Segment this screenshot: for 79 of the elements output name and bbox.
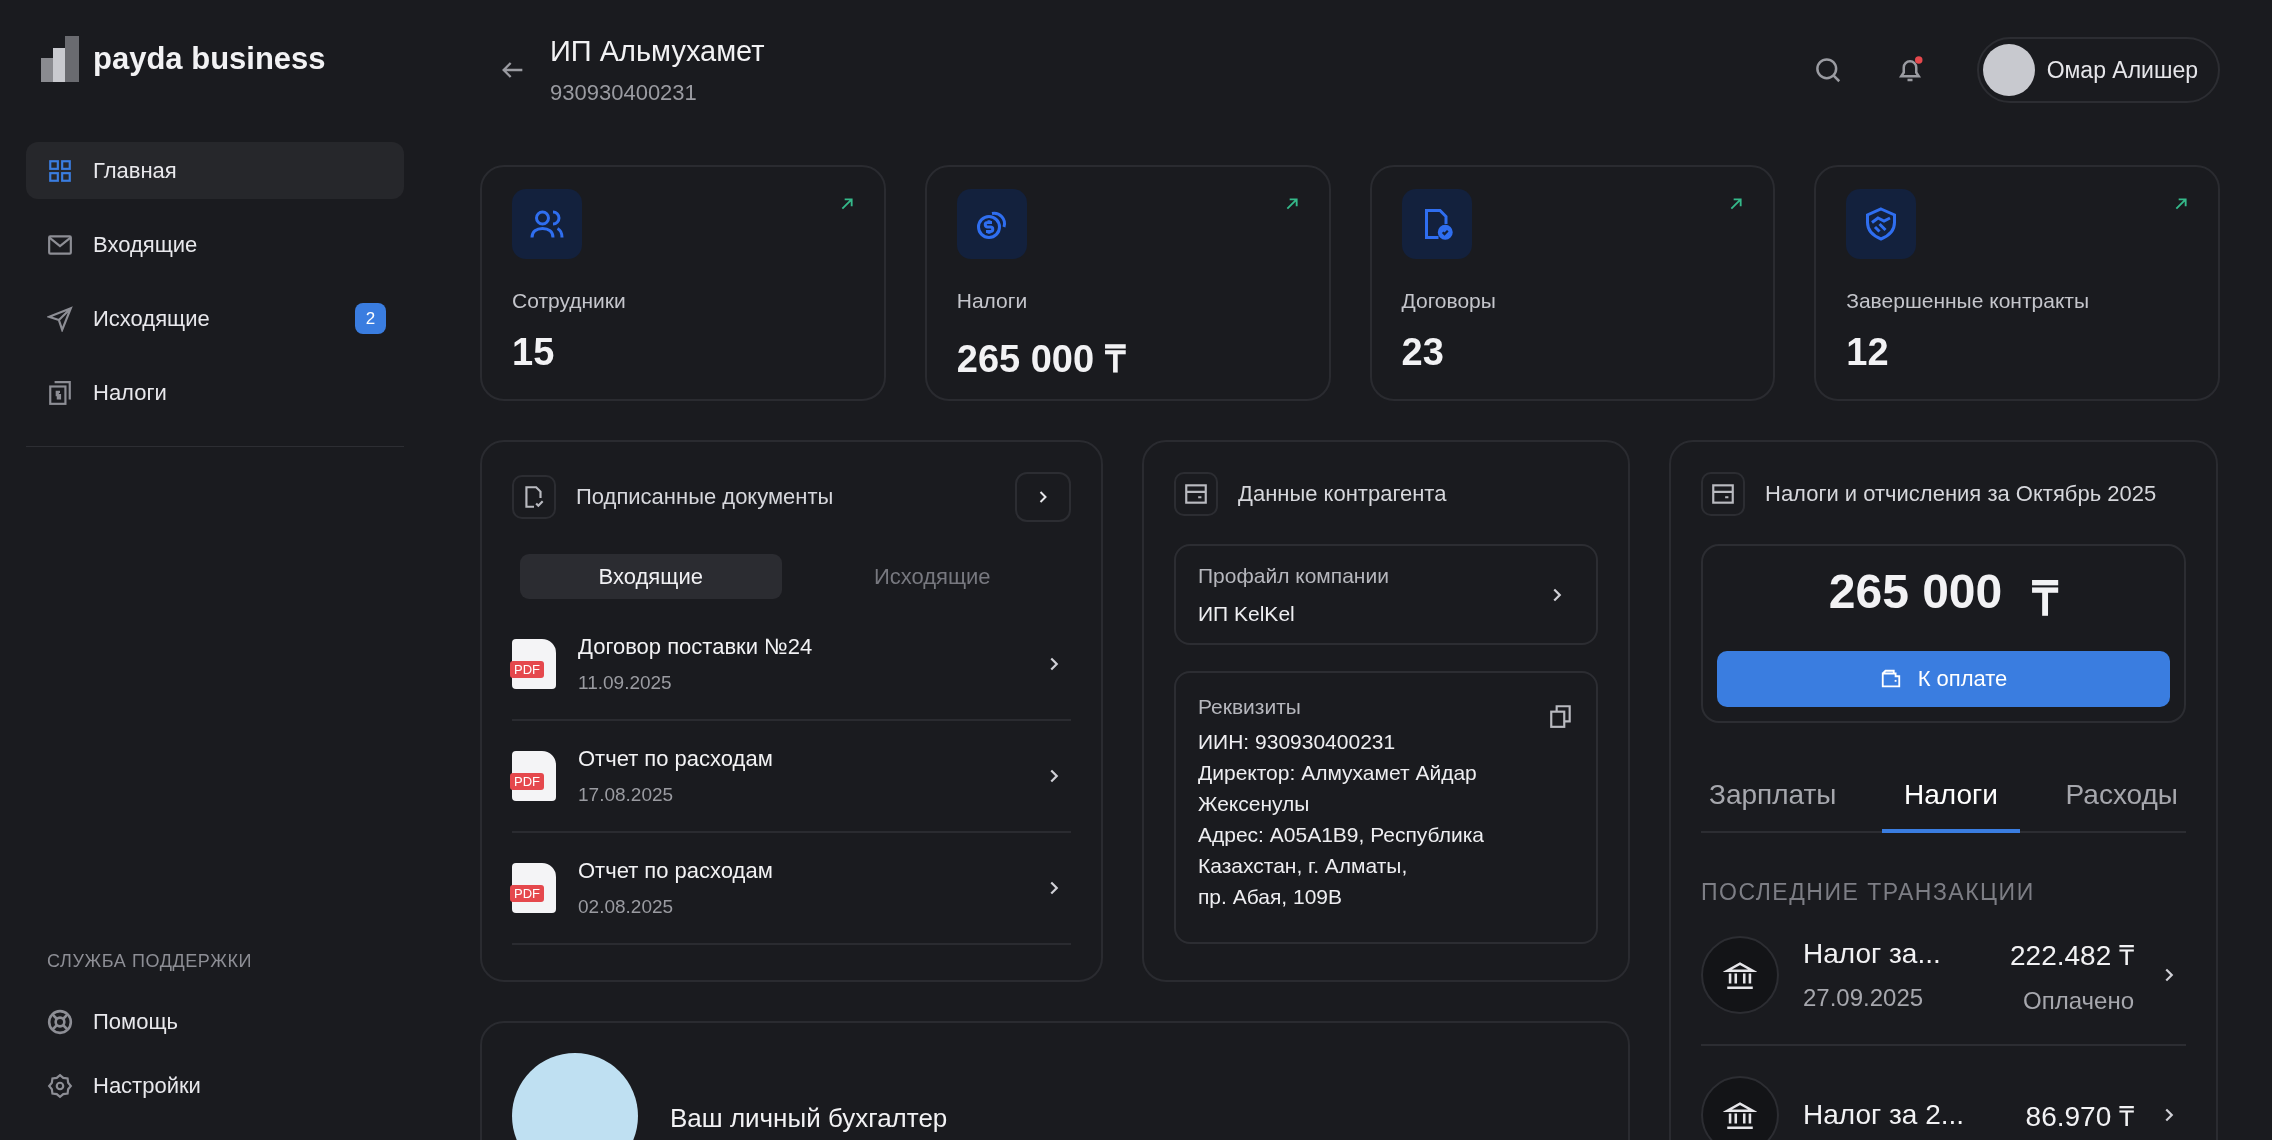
page-title: ИП Альмухамет bbox=[550, 34, 765, 68]
stat-card[interactable]: Сотрудники 15 bbox=[480, 165, 886, 401]
field-value: ИП KelKel bbox=[1198, 601, 1296, 626]
stat-label: Договоры bbox=[1401, 289, 1497, 313]
amount-value: 265 000 bbox=[1828, 564, 2003, 620]
document-row[interactable]: PDF Отчет по расходам 02.08.2025 bbox=[512, 833, 1071, 945]
stat-card[interactable]: Договоры 23 bbox=[1369, 165, 1776, 401]
transaction-row[interactable]: Налог за... 27.09.2025 222.482 ₸ Оплачено bbox=[1701, 906, 2186, 1046]
trend-arrow-icon bbox=[1284, 197, 1299, 211]
transaction-title: Налог за 2... bbox=[1803, 1099, 1965, 1131]
card-title: Налоги и отчисления за Октябрь 2025 bbox=[1765, 481, 2157, 507]
transaction-status: Оплачено bbox=[2023, 987, 2134, 1015]
trend-arrow-icon bbox=[2174, 197, 2188, 211]
avatar-placeholder bbox=[1982, 44, 2035, 96]
card-title: Подписанные документы bbox=[576, 484, 834, 510]
lifebuoy-icon bbox=[47, 1008, 73, 1035]
pdf-file-icon: PDF bbox=[512, 751, 556, 801]
segment-tab[interactable]: Входящие bbox=[520, 554, 782, 599]
tab[interactable]: Расходы bbox=[2057, 767, 2186, 833]
nav-item[interactable]: Налоги bbox=[26, 364, 404, 421]
stat-card[interactable]: Завершенные контракты 12 bbox=[1814, 165, 2220, 401]
section-title: СЛУЖБА ПОДДЕРЖКИ bbox=[46, 951, 254, 972]
transaction-row[interactable]: Налог за 2... 86.970 ₸ bbox=[1701, 1046, 2186, 1140]
card-title: Данные контрагента bbox=[1238, 481, 1447, 507]
user-chip[interactable]: Омар Алишер bbox=[1976, 37, 2220, 103]
pdf-file-icon: PDF bbox=[512, 863, 556, 913]
requisite-line: ИИН: 930930400231 bbox=[1198, 729, 1397, 755]
transaction-title: Налог за... bbox=[1803, 938, 1942, 970]
document-title: Отчет по расходам bbox=[578, 746, 774, 772]
count-badge: 2 bbox=[355, 303, 386, 334]
nav-item[interactable]: Настройки bbox=[26, 1057, 404, 1114]
wallet-icon bbox=[1879, 668, 1902, 690]
section-title: ПОСЛЕДНИЕ ТРАНЗАКЦИИ bbox=[1701, 879, 2036, 906]
nav-item[interactable]: Входящие bbox=[26, 216, 404, 273]
nav-item[interactable]: Помощь bbox=[26, 993, 404, 1050]
tab[interactable]: Зарплаты bbox=[1701, 767, 1845, 833]
transaction-amount: 222.482 ₸ bbox=[2010, 939, 2134, 973]
segment-tab[interactable]: Исходящие bbox=[801, 554, 1063, 599]
currency-sign: ₸ bbox=[2032, 571, 2059, 627]
document-row[interactable]: PDF Договор поставки №24 11.09.2025 bbox=[512, 609, 1071, 721]
field-label: Реквизиты bbox=[1198, 694, 1302, 720]
stat-value: 12 bbox=[1846, 331, 1890, 374]
card-title: Ваш личный бухгалтер bbox=[670, 1103, 948, 1134]
transaction-amount: 86.970 ₸ bbox=[2025, 1100, 2134, 1134]
stat-value: 15 bbox=[512, 331, 556, 374]
pdf-file-icon: PDF bbox=[512, 639, 556, 689]
card-icon bbox=[1183, 481, 1209, 507]
card-icon bbox=[1710, 481, 1736, 507]
stat-value: 23 bbox=[1401, 331, 1445, 374]
document-date: 17.08.2025 bbox=[578, 784, 675, 806]
copy-icon[interactable] bbox=[1548, 703, 1574, 729]
send-icon bbox=[47, 305, 73, 332]
trend-arrow-icon bbox=[1729, 197, 1744, 211]
logo-text: payda business bbox=[93, 41, 326, 77]
stat-value: 265 000 ₸ bbox=[956, 337, 1127, 382]
document-title: Отчет по расходам bbox=[578, 858, 774, 884]
document-date: 02.08.2025 bbox=[578, 896, 675, 918]
logo-icon bbox=[41, 36, 79, 82]
stat-card[interactable]: Налоги 265 000 ₸ bbox=[924, 165, 1331, 401]
nav-item[interactable]: Исходящие 2 bbox=[26, 290, 404, 347]
trend-arrow-icon bbox=[839, 197, 854, 211]
document-title: Договор поставки №24 bbox=[578, 634, 814, 660]
requisite-line: пр. Абая, 109В bbox=[1198, 884, 1344, 910]
page-subtitle: 930930400231 bbox=[550, 79, 698, 106]
company-profile-link[interactable]: Профайл компании ИП KelKel bbox=[1174, 544, 1598, 645]
stat-label: Завершенные контракты bbox=[1846, 289, 2091, 313]
document-date: 11.09.2025 bbox=[578, 672, 673, 694]
transaction-date: 27.09.2025 bbox=[1803, 984, 1925, 1012]
settings-icon bbox=[47, 1072, 73, 1099]
field-label: Профайл компании bbox=[1198, 563, 1390, 588]
requisite-line: Директор: Алмухамет Айдар Жексенулы bbox=[1198, 760, 1478, 817]
stat-label: Налоги bbox=[956, 289, 1029, 313]
document-row[interactable]: PDF Отчет по расходам 17.08.2025 bbox=[512, 721, 1071, 833]
grid-icon bbox=[47, 157, 73, 184]
stat-label: Сотрудники bbox=[512, 289, 627, 313]
nav-item[interactable]: Главная bbox=[26, 142, 404, 199]
pay-button[interactable]: К оплате bbox=[1717, 651, 2170, 707]
tax-document-icon bbox=[47, 379, 73, 406]
tab[interactable]: Налоги bbox=[1882, 767, 2020, 833]
